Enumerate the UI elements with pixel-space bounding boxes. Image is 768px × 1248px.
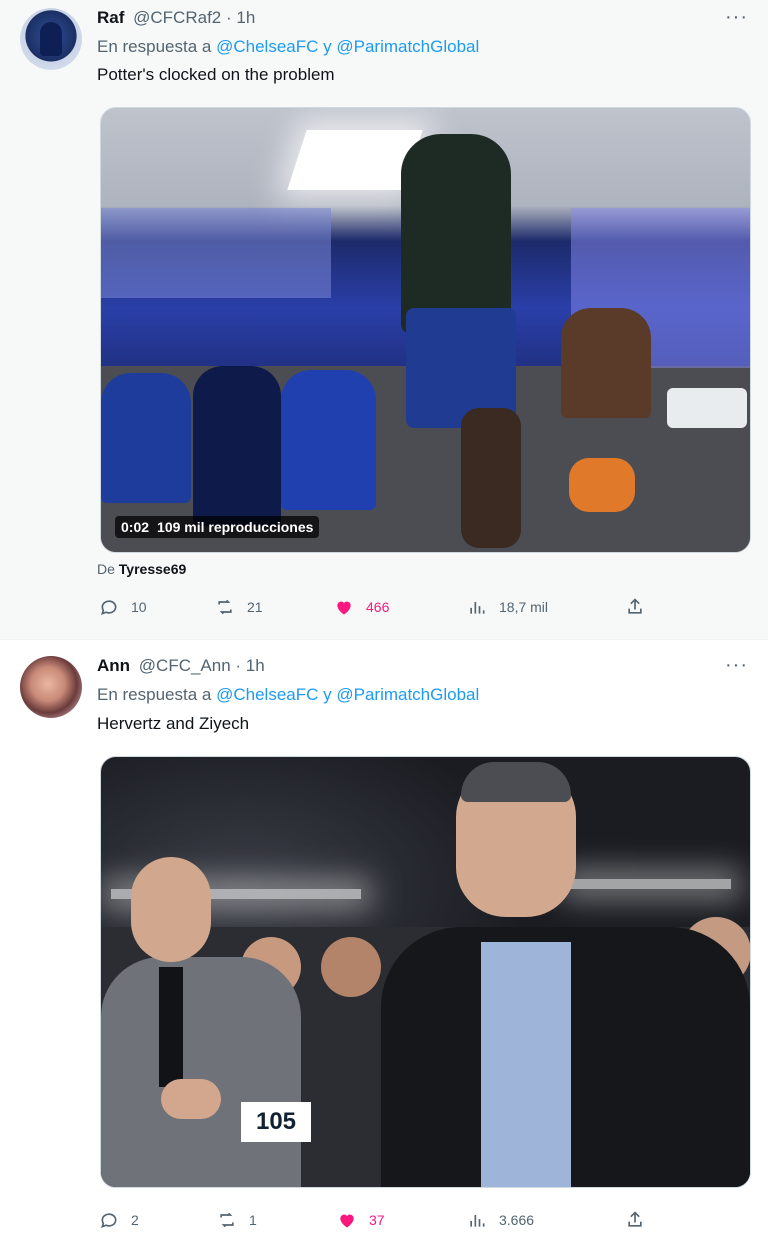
tweet-actions: 2 1 37 3.666 — [97, 1210, 657, 1234]
player-figure — [281, 370, 376, 510]
left-man-head — [131, 857, 211, 962]
like-button[interactable]: 466 — [334, 597, 389, 617]
towel — [667, 388, 747, 428]
reply-and: y — [323, 37, 332, 56]
user-avatar[interactable] — [20, 656, 82, 718]
tweet-raf[interactable]: Raf @CFCRaf2 · 1h ··· En respuesta a @Ch… — [0, 0, 768, 640]
reply-button[interactable]: 2 — [99, 1210, 139, 1230]
tweet-time[interactable]: · 1h — [226, 8, 255, 27]
reply-prefix: En respuesta a — [97, 37, 212, 56]
mention-link[interactable]: @ChelseaFC — [216, 685, 318, 704]
user-handle[interactable]: @CFC_Ann — [139, 656, 231, 675]
orange-bag — [569, 458, 635, 512]
like-count: 37 — [369, 1212, 385, 1228]
video-attribution: De Tyresse69 — [97, 561, 186, 577]
retweet-count: 21 — [247, 599, 263, 615]
reply-and: y — [323, 685, 332, 704]
reply-button[interactable]: 10 — [99, 597, 147, 617]
mention-link[interactable]: @ChelseaFC — [216, 37, 318, 56]
player-figure — [101, 373, 191, 503]
video-views: 109 mil reproducciones — [157, 519, 314, 535]
photographer — [321, 937, 381, 997]
dancing-player — [401, 134, 511, 334]
reply-context: En respuesta a @ChelseaFC y @ParimatchGl… — [97, 37, 479, 57]
retweet-icon — [220, 1212, 234, 1228]
blue-shirt — [481, 942, 571, 1187]
more-options-button[interactable]: ··· — [725, 654, 748, 677]
retweet-count: 1 — [249, 1212, 257, 1228]
stadium-lights — [571, 879, 731, 889]
share-icon — [628, 598, 642, 614]
reply-icon — [101, 600, 117, 616]
views-count: 18,7 mil — [499, 599, 549, 615]
tweet-actions: 10 21 466 18,7 mil — [97, 597, 657, 621]
views-chart-icon — [470, 602, 485, 614]
tweet-ann[interactable]: Ann @CFC_Ann · 1h ··· En respuesta a @Ch… — [0, 640, 768, 1248]
player-figure — [193, 366, 281, 526]
heart-icon — [340, 1214, 354, 1228]
tweet-header: Raf @CFCRaf2 · 1h — [97, 8, 255, 28]
tweet-time[interactable]: · 1h — [235, 656, 264, 675]
tweet-text: Potter's clocked on the problem — [97, 65, 335, 84]
tweet-video[interactable]: 0:02 109 mil reproducciones — [100, 107, 751, 553]
reply-context: En respuesta a @ChelseaFC y @ParimatchGl… — [97, 685, 479, 705]
views-count: 3.666 — [499, 1212, 535, 1228]
display-name[interactable]: Raf — [97, 8, 124, 27]
views-chart-icon — [470, 1215, 485, 1227]
reply-count: 2 — [131, 1212, 139, 1228]
reply-count: 10 — [131, 599, 147, 615]
tweet-photo[interactable]: 105 — [100, 756, 751, 1188]
reply-icon — [101, 1213, 117, 1229]
from-user-link[interactable]: Tyresse69 — [119, 561, 186, 577]
more-options-button[interactable]: ··· — [725, 6, 748, 29]
left-man-suit — [101, 957, 301, 1187]
tie — [159, 967, 183, 1087]
tweet-header: Ann @CFC_Ann · 1h — [97, 656, 265, 676]
bib-number: 105 — [241, 1102, 311, 1142]
reply-prefix: En respuesta a — [97, 685, 212, 704]
display-name[interactable]: Ann — [97, 656, 130, 675]
mention-link[interactable]: @ParimatchGlobal — [336, 685, 479, 704]
locker-lights — [101, 208, 331, 298]
from-prefix: De — [97, 561, 115, 577]
right-man-hair — [461, 762, 571, 802]
views-button[interactable]: 3.666 — [467, 1210, 534, 1230]
share-icon — [628, 1211, 642, 1227]
user-avatar[interactable] — [20, 8, 82, 70]
retweet-icon — [218, 599, 232, 615]
dancing-player-legs — [461, 408, 521, 548]
handshake — [161, 1079, 221, 1119]
heart-icon — [337, 601, 351, 615]
like-button[interactable]: 37 — [337, 1210, 385, 1230]
seated-player — [561, 308, 651, 418]
like-count: 466 — [366, 599, 390, 615]
share-button[interactable] — [625, 1210, 645, 1230]
mention-link[interactable]: @ParimatchGlobal — [336, 37, 479, 56]
retweet-button[interactable]: 1 — [217, 1210, 257, 1230]
views-button[interactable]: 18,7 mil — [467, 597, 548, 617]
video-duration: 0:02 — [121, 519, 150, 535]
video-info-overlay: 0:02 109 mil reproducciones — [115, 516, 320, 538]
tweet-text: Hervertz and Ziyech — [97, 714, 250, 733]
share-button[interactable] — [625, 597, 645, 617]
user-handle[interactable]: @CFCRaf2 — [133, 8, 221, 27]
retweet-button[interactable]: 21 — [215, 597, 263, 617]
